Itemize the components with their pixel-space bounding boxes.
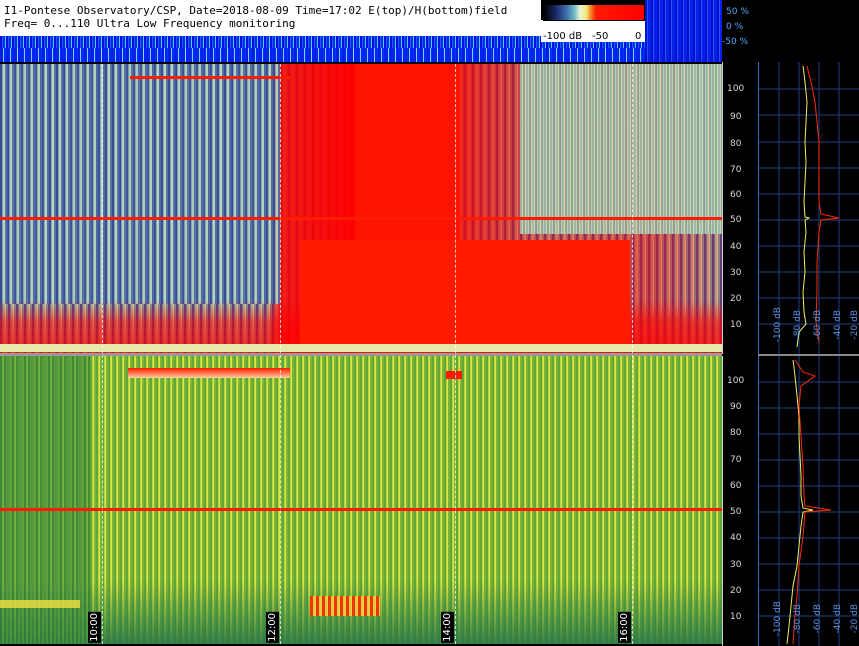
colorbar-mid-label: -50	[592, 31, 609, 42]
freq-tick: 100	[727, 84, 745, 94]
db-label: -80 dB	[793, 604, 803, 634]
h-field-low-burst	[310, 596, 380, 616]
freq-tick: 40	[730, 533, 742, 543]
time-gridline-1600	[632, 64, 633, 644]
db-label: -20 dB	[850, 310, 859, 340]
time-gridline-1000	[102, 64, 103, 644]
time-label-1000: 10:00	[88, 612, 101, 643]
freq-tick: 50	[730, 507, 742, 517]
e-field-baseline	[0, 344, 722, 352]
db-label: -80 dB	[793, 310, 803, 340]
db-label: -100 dB	[773, 601, 783, 637]
freq-tick: 90	[730, 402, 742, 412]
title-line-1: I1-Pontese Observatory/CSP, Date=2018-08…	[4, 4, 508, 17]
time-gridline-1400	[455, 64, 456, 644]
percent-label-minus50: -50 %	[722, 37, 749, 47]
db-label: -20 dB	[850, 604, 859, 634]
colorbar-max-label: 0	[635, 31, 642, 42]
freq-tick: 10	[730, 612, 742, 622]
colorbar	[543, 4, 645, 21]
db-label: -40 dB	[833, 604, 843, 634]
time-label-1200: 12:00	[266, 612, 279, 643]
e-field-50hz-line	[0, 217, 722, 220]
colorbar-min-label: -100 dB	[543, 31, 583, 42]
time-gridline-1200	[280, 64, 281, 644]
freq-tick: 100	[727, 376, 745, 386]
db-label: -100 dB	[773, 307, 783, 343]
freq-tick: 80	[730, 428, 742, 438]
freq-tick: 20	[730, 586, 742, 596]
h-field-high-tone	[128, 368, 290, 378]
time-label-1600: 16:00	[618, 612, 631, 643]
e-field-spectrum-panel: -100 dB -80 dB -60 dB -40 dB -20 dB	[758, 62, 859, 354]
percent-label-zero: 0 %	[726, 22, 744, 32]
ulf-monitor-screen: I1-Pontese Observatory/CSP, Date=2018-08…	[0, 0, 859, 646]
freq-tick: 60	[730, 190, 742, 200]
db-label: -60 dB	[813, 310, 823, 340]
header-amplitude-strip-right	[645, 0, 722, 62]
percent-label-plus50: 50 %	[726, 7, 749, 17]
time-label-1400: 14:00	[441, 612, 454, 643]
e-field-broad-emission	[300, 240, 630, 345]
e-field-pale-region	[520, 64, 722, 234]
freq-tick: 40	[730, 242, 742, 252]
e-field-spectrum-curve-red	[806, 65, 840, 343]
db-label: -60 dB	[813, 604, 823, 634]
freq-tick: 10	[730, 320, 742, 330]
title-line-2: Freq= 0...110 Ultra Low Frequency monito…	[4, 17, 296, 30]
freq-tick: 30	[730, 560, 742, 570]
freq-tick: 70	[730, 455, 742, 465]
freq-tick: 80	[730, 139, 742, 149]
freq-axis-bottom	[722, 356, 759, 646]
h-field-spectrum-panel: -100 dB -80 dB -60 dB -40 dB -20 dB	[758, 356, 859, 646]
header-amplitude-strip-lower	[0, 48, 722, 62]
freq-tick: 50	[730, 215, 742, 225]
db-label: -40 dB	[833, 310, 843, 340]
freq-tick: 70	[730, 165, 742, 175]
freq-axis-top	[722, 62, 759, 354]
h-field-low-band	[0, 600, 80, 608]
h-field-tone-burst	[446, 371, 462, 379]
freq-tick: 20	[730, 294, 742, 304]
h-field-spectrum-curve	[786, 359, 814, 645]
freq-tick: 60	[730, 481, 742, 491]
h-field-50hz-line	[0, 508, 722, 511]
freq-tick: 90	[730, 112, 742, 122]
freq-tick: 30	[730, 268, 742, 278]
e-field-quiet-region	[0, 64, 280, 304]
e-field-high-tone	[130, 76, 290, 79]
